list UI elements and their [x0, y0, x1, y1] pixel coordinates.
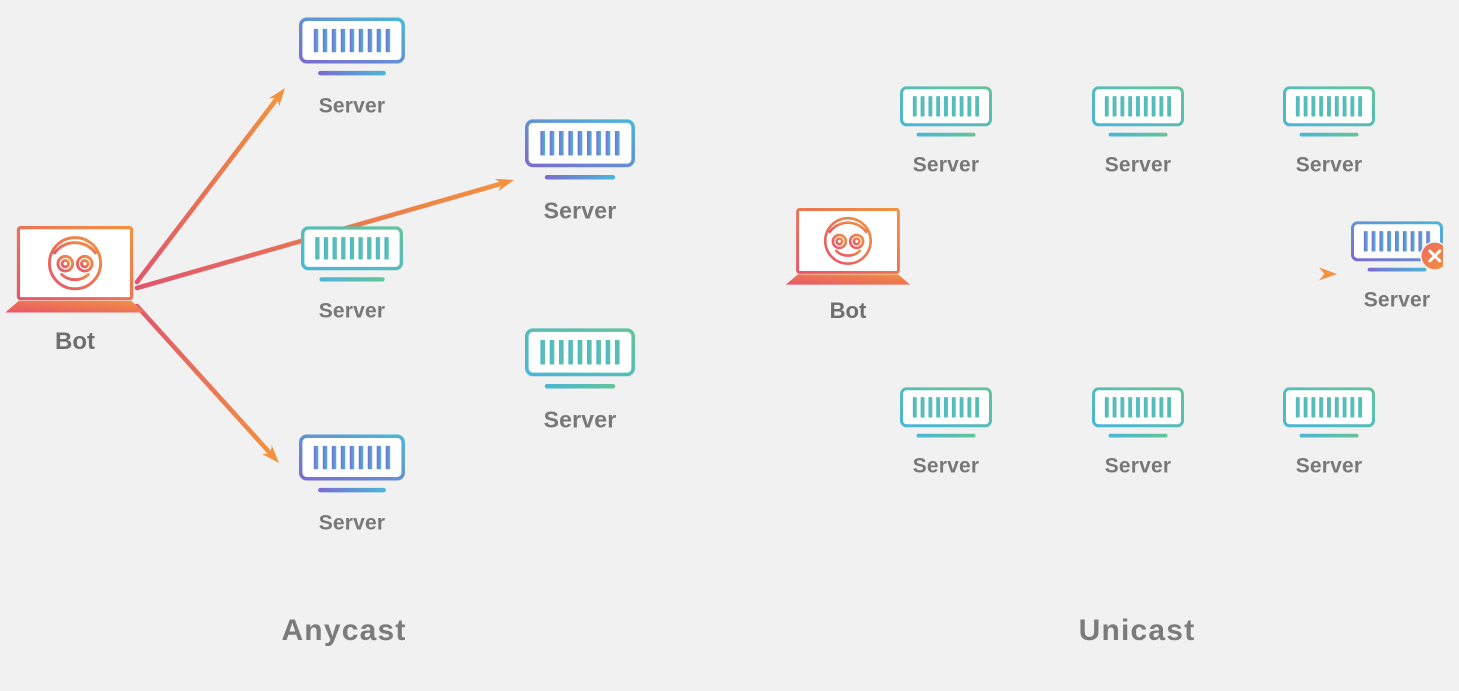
server-label: Server [912, 153, 980, 177]
server-label: Server [318, 299, 386, 323]
server-label: Server [912, 454, 980, 478]
server-icon [299, 434, 405, 499]
arrow-head-icon [262, 445, 279, 463]
server-label: Server [1104, 454, 1172, 478]
anycast-server-lower-mid[interactable]: Server [525, 328, 635, 431]
caption-unicast: Unicast [1078, 614, 1196, 647]
server-label: Server [1295, 153, 1363, 177]
arrow-head-icon [268, 88, 285, 107]
server-icon [525, 328, 635, 394]
arrow-line [134, 97, 279, 285]
anycast-server-top[interactable]: Server [299, 17, 405, 118]
bot-label: Bot [829, 298, 867, 323]
server-icon [301, 226, 403, 287]
bot-label: Bot [55, 328, 95, 355]
server-label: Server [1363, 288, 1431, 312]
bot-unicast[interactable]: Bot [785, 208, 912, 322]
server-icon [1092, 387, 1184, 443]
server-label: Server [318, 511, 386, 535]
server-icon [1283, 387, 1375, 443]
server-label: Server [543, 197, 617, 224]
server-icon [299, 17, 405, 82]
caption-anycast: Anycast [281, 614, 407, 647]
server-label: Server [543, 406, 617, 433]
arrow-line [134, 303, 272, 455]
diagram-canvas: Server Server Server Server Server Bot S… [0, 0, 1459, 691]
arrow-head-icon [1319, 267, 1337, 281]
anycast-server-bottom[interactable]: Server [299, 434, 405, 535]
server-label: Server [318, 94, 386, 118]
bot-laptop-icon [785, 208, 912, 289]
unicast-server-top-mid[interactable]: Server [1092, 86, 1184, 177]
server-label: Server [1295, 454, 1363, 478]
unicast-server-target[interactable]: Server [1351, 221, 1443, 312]
anycast-server-mid[interactable]: Server [301, 226, 403, 323]
server-icon-error [1351, 221, 1443, 277]
server-icon [900, 86, 992, 142]
anycast-server-upper-mid[interactable]: Server [525, 119, 635, 222]
bot-laptop-icon [4, 226, 146, 317]
arrow-head-icon [494, 178, 514, 192]
server-icon [525, 119, 635, 185]
unicast-server-top-left[interactable]: Server [900, 86, 992, 177]
server-label: Server [1104, 153, 1172, 177]
bot-anycast[interactable]: Bot [4, 226, 146, 354]
unicast-server-bottom-right[interactable]: Server [1283, 387, 1375, 478]
server-icon [1283, 86, 1375, 142]
unicast-server-bottom-mid[interactable]: Server [1092, 387, 1184, 478]
arrow-layer [134, 88, 1337, 463]
unicast-server-bottom-left[interactable]: Server [900, 387, 992, 478]
server-icon [1092, 86, 1184, 142]
server-icon [900, 387, 992, 443]
unicast-server-top-right[interactable]: Server [1283, 86, 1375, 177]
